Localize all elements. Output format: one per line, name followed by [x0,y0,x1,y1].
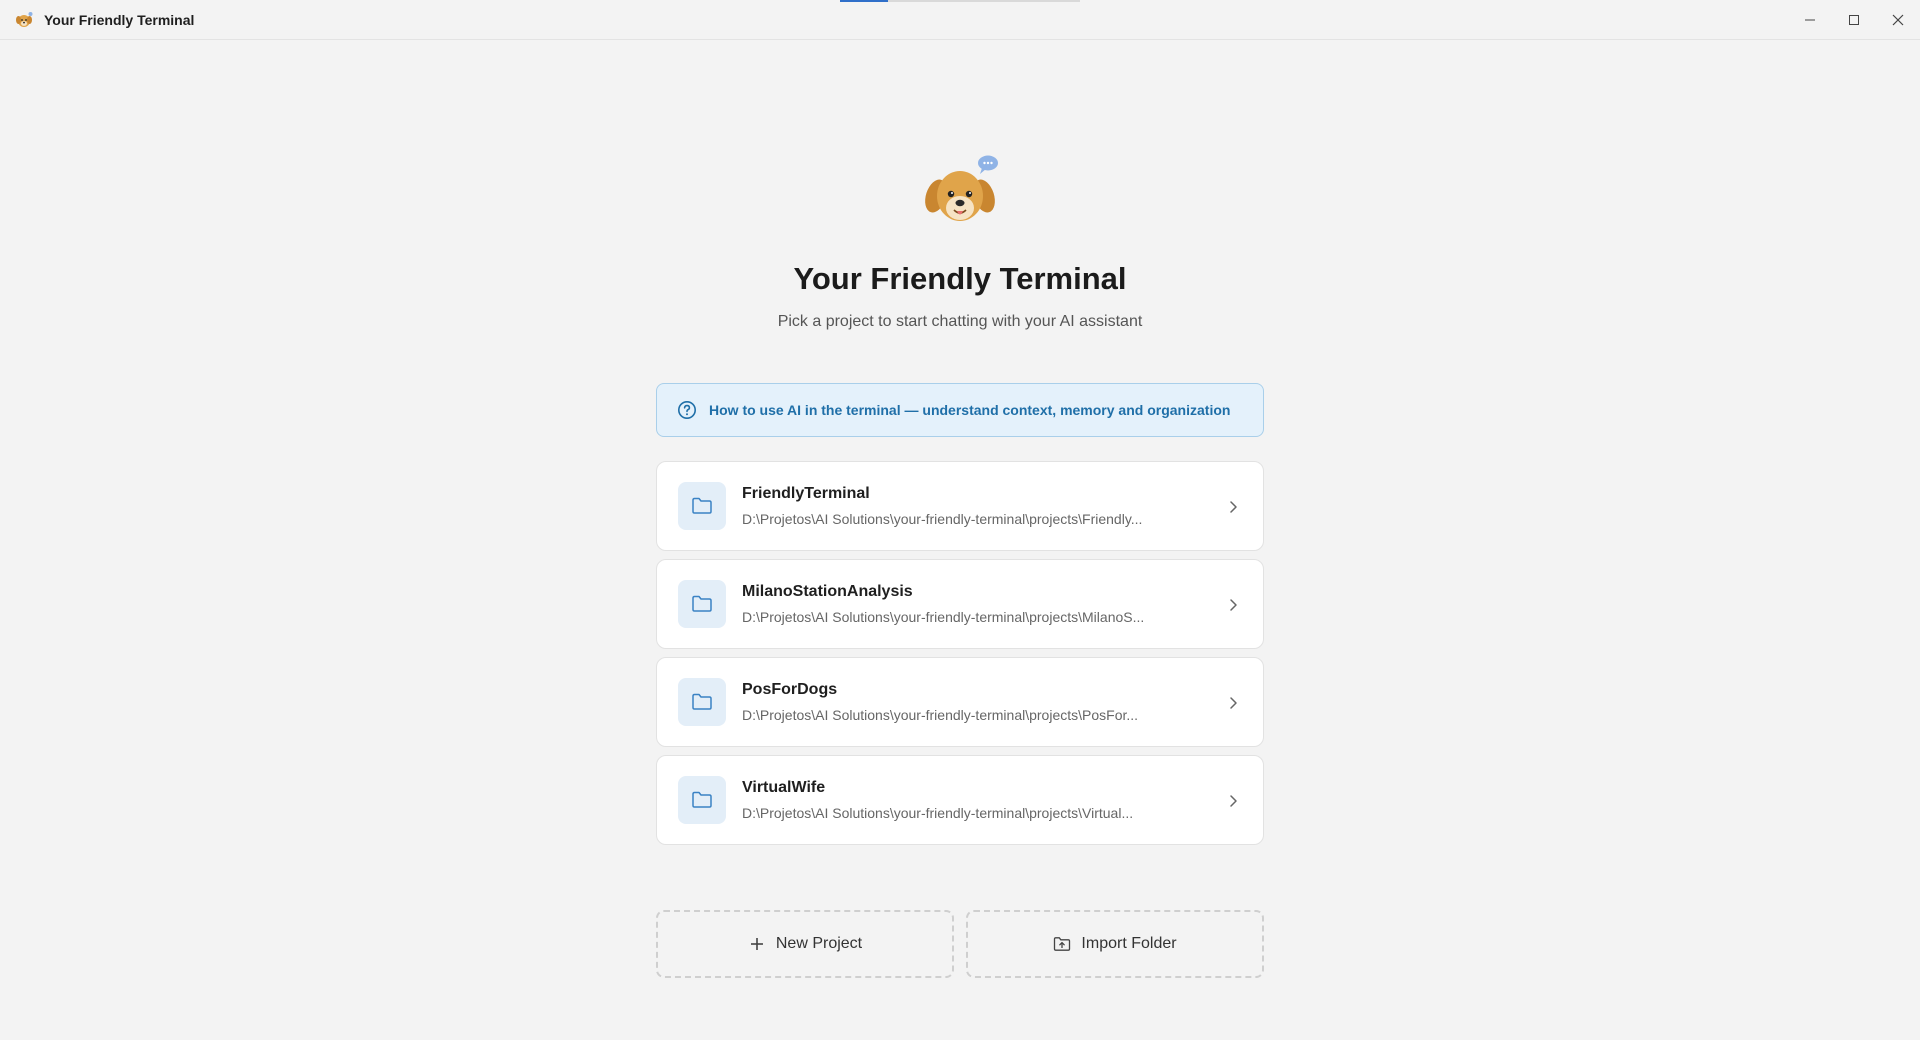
project-card-posfordogs[interactable]: PosForDogs D:\Projetos\AI Solutions\your… [656,657,1264,747]
help-banner-link[interactable]: How to use AI in the terminal — understa… [656,383,1264,437]
project-name: PosForDogs [742,681,838,698]
dog-with-chat-bubble-icon [920,150,1002,232]
window-controls [1788,0,1920,40]
project-path: D:\Projetos\AI Solutions\your-friendly-t… [742,805,1134,821]
folder-import-icon [1053,935,1071,953]
maximize-button[interactable] [1832,0,1876,40]
chevron-right-icon [1227,695,1239,711]
import-folder-label: Import Folder [1081,935,1177,952]
project-card-friendlyterminal[interactable]: FriendlyTerminal D:\Projetos\AI Solution… [656,461,1264,551]
new-project-label: New Project [775,935,863,952]
folder-icon [678,482,726,530]
maximize-icon [1848,14,1860,26]
folder-icon [678,580,726,628]
project-card-milanostationanalysis[interactable]: MilanoStationAnalysis D:\Projetos\AI Sol… [656,559,1264,649]
project-name: FriendlyTerminal [742,485,870,502]
loading-progress-fill [840,0,888,2]
project-path: D:\Projetos\AI Solutions\your-friendly-t… [742,511,1143,527]
minimize-icon [1804,14,1816,26]
project-name: VirtualWife [742,779,826,796]
chevron-right-icon [1227,499,1239,515]
minimize-button[interactable] [1788,0,1832,40]
project-path: D:\Projetos\AI Solutions\your-friendly-t… [742,609,1145,625]
window-title: Your Friendly Terminal [44,11,195,28]
close-icon [1892,14,1904,26]
help-banner-text: How to use AI in the terminal — understa… [709,402,1231,418]
close-button[interactable] [1876,0,1920,40]
project-card-virtualwife[interactable]: VirtualWife D:\Projetos\AI Solutions\you… [656,755,1264,845]
loading-progress-bar [840,0,1080,2]
question-circle-icon [677,400,697,420]
title-bar: Your Friendly Terminal [0,0,1920,40]
dog-icon [14,10,34,30]
project-path: D:\Projetos\AI Solutions\your-friendly-t… [742,707,1139,723]
main-content: Your Friendly Terminal Pick a project to… [0,41,1920,1040]
folder-icon [678,678,726,726]
page-subtitle: Pick a project to start chatting with yo… [777,313,1143,330]
import-folder-button[interactable]: Import Folder [966,910,1264,978]
new-project-button[interactable]: New Project [656,910,954,978]
plus-icon [748,935,766,953]
folder-icon [678,776,726,824]
project-name: MilanoStationAnalysis [742,583,913,600]
chevron-right-icon [1227,793,1239,809]
chevron-right-icon [1227,597,1239,613]
page-title: Your Friendly Terminal [793,261,1127,296]
